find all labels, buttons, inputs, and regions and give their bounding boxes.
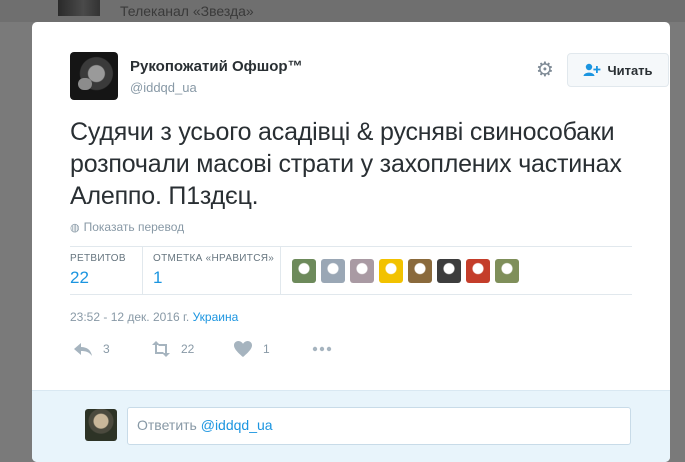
stats-separator [142, 247, 143, 294]
background-thumbnail [58, 0, 100, 16]
liker-avatar[interactable] [292, 259, 316, 283]
more-action[interactable] [312, 340, 332, 358]
likes-stat[interactable]: ОТМЕТКА «НРАВИТСЯ» 1 [153, 253, 274, 288]
more-icon [312, 346, 332, 352]
heart-icon [234, 341, 252, 357]
author-fullname[interactable]: Рукопожатий Офшор™ [130, 58, 303, 75]
follow-button[interactable]: Читать [567, 53, 669, 87]
reply-icon [74, 343, 92, 356]
tweet-modal: Рукопожатий Офшор™ @iddqd_ua ⚙ Читать Су… [32, 22, 670, 462]
retweet-icon [152, 341, 170, 357]
liker-avatar[interactable] [379, 259, 403, 283]
tweet-stats: РЕТВИТОВ 22 ОТМЕТКА «НРАВИТСЯ» 1 [70, 247, 632, 295]
reply-avatar [85, 409, 117, 441]
retweet-count: 22 [181, 342, 195, 356]
translate-link[interactable]: ◍ Показать перевод [70, 220, 184, 234]
divider-bottom [70, 294, 632, 295]
liker-avatar[interactable] [350, 259, 374, 283]
background-channel-text: Телеканал «Звезда» [120, 3, 254, 19]
like-action[interactable]: 1 [233, 340, 270, 358]
stats-separator [280, 247, 281, 294]
likes-label: ОТМЕТКА «НРАВИТСЯ» [153, 253, 275, 264]
globe-icon: ◍ [70, 221, 80, 234]
likes-count: 1 [153, 268, 163, 287]
liker-avatars [292, 259, 519, 283]
author-avatar[interactable] [70, 52, 118, 100]
tweet-text: Судячи з усього асадівці & русняві свино… [70, 118, 622, 210]
liker-avatar[interactable] [466, 259, 490, 283]
liker-avatar[interactable] [408, 259, 432, 283]
liker-avatar[interactable] [321, 259, 345, 283]
reply-area: Ответить @iddqd_ua [32, 390, 670, 462]
follow-label: Читать [607, 62, 653, 78]
add-user-icon [583, 63, 601, 76]
liker-avatar[interactable] [495, 259, 519, 283]
reply-input[interactable]: Ответить @iddqd_ua [127, 407, 631, 445]
like-count: 1 [263, 342, 270, 356]
liker-avatar[interactable] [437, 259, 461, 283]
tweet-timestamp: 23:52 - 12 дек. 2016 г. Украина [70, 310, 238, 324]
location-link[interactable]: Украина [193, 310, 239, 324]
tweet-actions: 3 22 1 [70, 340, 370, 362]
author-username[interactable]: @iddqd_ua [130, 80, 197, 95]
retweets-label: РЕТВИТОВ [70, 253, 126, 264]
reply-count: 3 [103, 342, 110, 356]
background-page: Телеканал «Звезда» [0, 0, 685, 22]
translate-label: Показать перевод [83, 220, 185, 234]
retweets-stat[interactable]: РЕТВИТОВ 22 [70, 253, 126, 288]
reply-mention: @iddqd_ua [200, 417, 273, 433]
reply-action[interactable]: 3 [73, 340, 110, 358]
retweet-action[interactable]: 22 [151, 340, 194, 358]
reply-prefix: Ответить [137, 417, 197, 433]
tweet-header: Рукопожатий Офшор™ @iddqd_ua ⚙ Читать [70, 52, 669, 102]
retweets-count: 22 [70, 268, 89, 287]
gear-icon[interactable]: ⚙ [535, 60, 555, 80]
timestamp-text[interactable]: 23:52 - 12 дек. 2016 г. [70, 310, 189, 324]
